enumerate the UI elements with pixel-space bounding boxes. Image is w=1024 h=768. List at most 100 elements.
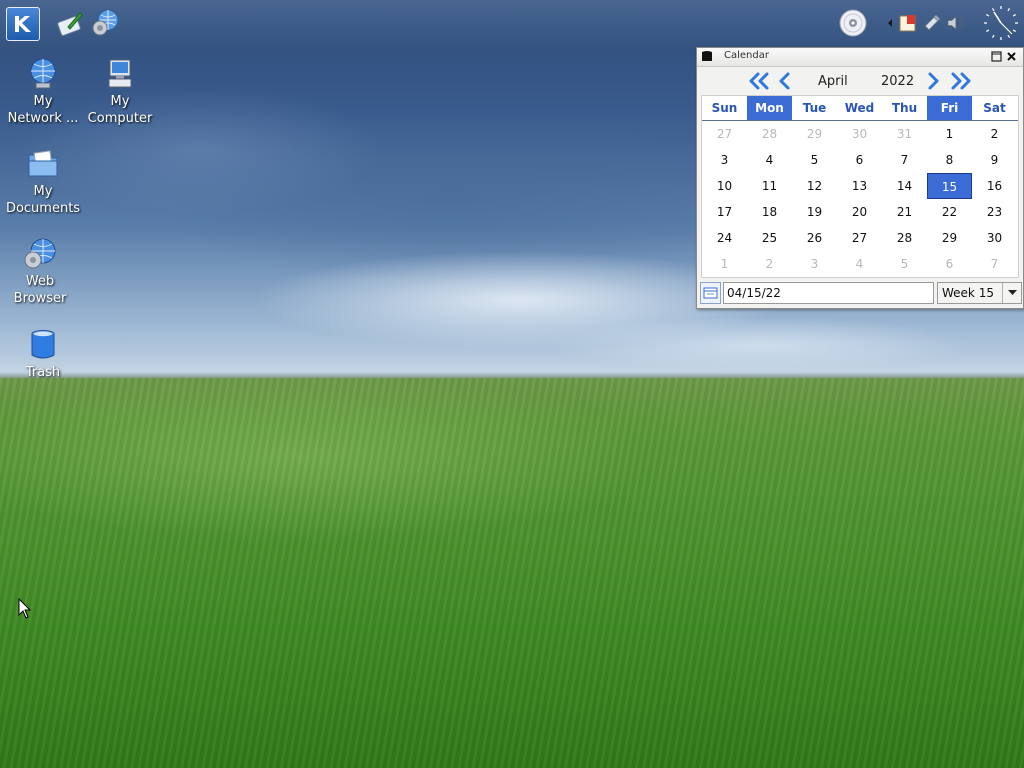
calendar-day[interactable]: 30 — [972, 225, 1017, 251]
chevron-down-icon[interactable] — [1002, 283, 1021, 303]
calendar-window-icon — [702, 51, 712, 61]
cd-tray[interactable] — [838, 8, 868, 38]
calendar-day[interactable]: 16 — [972, 173, 1017, 199]
klipper-icon — [924, 15, 940, 31]
calendar-day[interactable]: 29 — [792, 121, 837, 147]
calendar-day[interactable]: 8 — [927, 147, 972, 173]
control-center-launcher[interactable] — [89, 7, 121, 39]
analog-clock-icon — [984, 6, 1018, 40]
desktop-icon-my-network[interactable]: My Network ... — [4, 57, 82, 127]
tray-expand-button[interactable] — [880, 13, 900, 33]
next-month-icon[interactable] — [925, 71, 941, 91]
calendar-navigation: April 2022 — [697, 67, 1023, 95]
calendar-day[interactable]: 28 — [747, 121, 792, 147]
weekday-header: Thu — [882, 96, 927, 120]
calendar-day[interactable]: 10 — [702, 173, 747, 199]
calendar-week-row: 27 28 29 30 31 1 2 — [702, 121, 1018, 147]
calendar-day[interactable]: 7 — [882, 147, 927, 173]
calendar-day[interactable]: 5 — [882, 251, 927, 277]
calendar-day[interactable]: 3 — [702, 147, 747, 173]
desktop-icon-web-browser[interactable]: Web Browser — [1, 237, 79, 307]
tray-arrow-icon — [888, 19, 892, 27]
trash-icon — [31, 330, 55, 359]
calendar-day[interactable]: 1 — [702, 251, 747, 277]
kmenu-icon — [15, 16, 31, 32]
desktop-icon-label: Computer — [87, 111, 153, 126]
weekday-header: Sat — [972, 96, 1017, 120]
weekday-header: Mon — [747, 96, 792, 120]
calendar-day[interactable]: 13 — [837, 173, 882, 199]
previous-month-icon[interactable] — [777, 71, 793, 91]
calendar-day[interactable]: 23 — [972, 199, 1017, 225]
calendar-day[interactable]: 6 — [927, 251, 972, 277]
calendar-day[interactable]: 4 — [837, 251, 882, 277]
date-picker-button[interactable] — [700, 282, 721, 304]
klipper-tray[interactable] — [922, 13, 942, 33]
calendar-day[interactable]: 2 — [972, 121, 1017, 147]
calendar-day[interactable]: 20 — [837, 199, 882, 225]
month-label[interactable]: April — [818, 74, 848, 89]
cd-icon — [839, 9, 867, 37]
calendar-day[interactable]: 28 — [882, 225, 927, 251]
network-icon — [30, 58, 56, 89]
calendar-day[interactable]: 29 — [927, 225, 972, 251]
week-select[interactable]: Week 15 — [937, 282, 1022, 304]
text-editor-launcher[interactable] — [54, 7, 86, 39]
maximize-icon[interactable] — [991, 51, 1002, 62]
previous-year-icon[interactable] — [747, 71, 771, 91]
calendar-day[interactable]: 17 — [702, 199, 747, 225]
calendar-day[interactable]: 1 — [927, 121, 972, 147]
calendar-window: Calendar April 2022 Sun Mon Tue Wed Thu Fri Sa… — [696, 47, 1024, 309]
calendar-weeks: 27 28 29 30 31 1 2 3 4 5 6 7 8 9 10 11 12 13 14 15 16 17 18 19 2… — [702, 121, 1018, 277]
notes-tray[interactable] — [898, 13, 918, 33]
clock-applet[interactable] — [982, 4, 1020, 42]
calendar-titlebar[interactable]: Calendar — [697, 48, 1023, 67]
desktop-icon-label: Web — [25, 274, 55, 289]
weekday-header-row: Sun Mon Tue Wed Thu Fri Sat — [702, 96, 1018, 121]
calendar-window-title: Calendar — [724, 50, 769, 61]
weekday-header: Sun — [702, 96, 747, 120]
next-year-icon[interactable] — [949, 71, 973, 91]
calendar-day[interactable]: 18 — [747, 199, 792, 225]
web-browser-icon — [24, 238, 56, 269]
calendar-day[interactable]: 5 — [792, 147, 837, 173]
calendar-day[interactable]: 31 — [882, 121, 927, 147]
desktop-icon-label: Network ... — [7, 111, 79, 126]
calendar-day[interactable]: 11 — [747, 173, 792, 199]
calendar-day[interactable]: 14 — [882, 173, 927, 199]
desktop-icon-label: Documents — [5, 201, 81, 216]
close-icon[interactable] — [1006, 51, 1017, 62]
desktop-icon-my-documents[interactable]: My Documents — [4, 147, 82, 217]
notes-icon — [899, 15, 916, 32]
calendar-week-row: 10 11 12 13 14 15 16 — [702, 173, 1018, 199]
week-select-value: Week 15 — [942, 286, 994, 300]
calendar-day[interactable]: 19 — [792, 199, 837, 225]
calendar-day[interactable]: 26 — [792, 225, 837, 251]
date-field[interactable] — [723, 282, 934, 304]
calendar-day[interactable]: 12 — [792, 173, 837, 199]
calendar-day[interactable]: 4 — [747, 147, 792, 173]
calendar-day[interactable]: 30 — [837, 121, 882, 147]
kmenu-button[interactable] — [6, 7, 40, 41]
control-center-icon — [92, 9, 119, 36]
calendar-day[interactable]: 27 — [702, 121, 747, 147]
year-label[interactable]: 2022 — [881, 74, 914, 89]
weekday-header: Tue — [792, 96, 837, 120]
calendar-day[interactable]: 6 — [837, 147, 882, 173]
calendar-day[interactable]: 7 — [972, 251, 1017, 277]
calendar-day[interactable]: 22 — [927, 199, 972, 225]
calendar-day[interactable]: 9 — [972, 147, 1017, 173]
calendar-day[interactable]: 3 — [792, 251, 837, 277]
calendar-day-selected[interactable]: 15 — [927, 173, 972, 199]
wallpaper-grass-field — [0, 378, 1024, 768]
calendar-day[interactable]: 25 — [747, 225, 792, 251]
desktop-icon-trash[interactable]: Trash — [4, 328, 82, 381]
desktop-icon-my-computer[interactable]: My Computer — [81, 57, 159, 127]
volume-tray[interactable] — [946, 13, 966, 33]
calendar-day[interactable]: 27 — [837, 225, 882, 251]
calendar-day[interactable]: 21 — [882, 199, 927, 225]
mouse-pointer-icon — [18, 598, 32, 619]
calendar-day[interactable]: 2 — [747, 251, 792, 277]
calendar-day[interactable]: 24 — [702, 225, 747, 251]
volume-icon — [947, 15, 964, 31]
